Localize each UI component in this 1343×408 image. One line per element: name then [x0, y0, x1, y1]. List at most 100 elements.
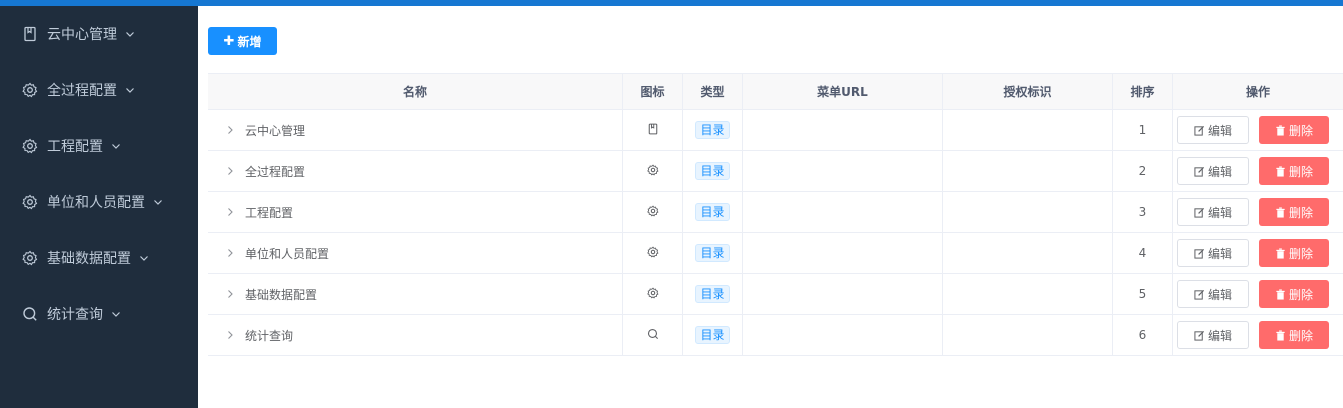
- sidebar-item-basic-data[interactable]: 基础数据配置: [0, 230, 198, 286]
- search-icon: [647, 328, 659, 343]
- cell-icon: [623, 233, 683, 273]
- edit-button[interactable]: 编辑: [1177, 280, 1249, 308]
- edit-label: 编辑: [1207, 123, 1232, 138]
- add-button[interactable]: ✚ 新增: [208, 27, 277, 55]
- chevron-down-icon: [153, 197, 163, 207]
- cell-type: 目录: [683, 110, 743, 150]
- chevron-down-icon: [139, 253, 149, 263]
- table-row: 工程配置 目录 3 编辑 删除: [208, 192, 1343, 233]
- chevron-down-icon: [111, 309, 121, 319]
- sidebar: 云中心管理 全过程配置 工程配置 单位和人员配置 基础数据配置 统计查询: [0, 6, 198, 408]
- gear-icon: [22, 82, 38, 98]
- cell-perm: [943, 315, 1113, 355]
- cell-icon: [623, 151, 683, 191]
- gear-icon: [646, 245, 659, 261]
- edit-icon: [1194, 207, 1205, 218]
- row-name: 工程配置: [245, 205, 294, 220]
- type-tag: 目录: [695, 203, 730, 221]
- table-row: 全过程配置 目录 2 编辑 删除: [208, 151, 1343, 192]
- edit-label: 编辑: [1207, 328, 1232, 343]
- type-tag: 目录: [695, 285, 730, 303]
- type-tag: 目录: [695, 162, 730, 180]
- chevron-right-icon[interactable]: [223, 123, 237, 137]
- edit-icon: [1194, 330, 1205, 341]
- trash-icon: [1276, 247, 1285, 259]
- cell-name: 单位和人员配置: [208, 233, 623, 273]
- edit-button[interactable]: 编辑: [1177, 157, 1249, 185]
- table-row: 云中心管理 目录 1 编辑 删除: [208, 110, 1343, 151]
- table-row: 基础数据配置 目录 5 编辑 删除: [208, 274, 1343, 315]
- cell-name: 全过程配置: [208, 151, 623, 191]
- row-name: 单位和人员配置: [245, 246, 330, 261]
- chevron-right-icon[interactable]: [223, 205, 237, 219]
- cell-sort: 5: [1113, 274, 1173, 314]
- sidebar-item-full-process[interactable]: 全过程配置: [0, 62, 198, 118]
- sidebar-item-statistics[interactable]: 统计查询: [0, 286, 198, 342]
- cell-icon: [623, 315, 683, 355]
- edit-label: 编辑: [1207, 246, 1232, 261]
- gear-icon: [646, 204, 659, 220]
- cell-url: [743, 274, 943, 314]
- cell-sort: 2: [1113, 151, 1173, 191]
- edit-button[interactable]: 编辑: [1177, 321, 1249, 349]
- edit-icon: [1194, 125, 1205, 136]
- chevron-down-icon: [111, 141, 121, 151]
- delete-label: 删除: [1288, 123, 1313, 138]
- header-name: 名称: [208, 74, 623, 109]
- table-row: 单位和人员配置 目录 4 编辑 删除: [208, 233, 1343, 274]
- delete-button[interactable]: 删除: [1259, 157, 1329, 185]
- edit-button[interactable]: 编辑: [1177, 239, 1249, 267]
- cell-op: 编辑 删除: [1173, 151, 1343, 191]
- book-icon: [22, 26, 38, 42]
- sidebar-item-label: 基础数据配置: [47, 251, 131, 267]
- delete-button[interactable]: 删除: [1259, 321, 1329, 349]
- delete-button[interactable]: 删除: [1259, 116, 1329, 144]
- cell-sort: 6: [1113, 315, 1173, 355]
- edit-icon: [1194, 289, 1205, 300]
- chevron-right-icon[interactable]: [223, 328, 237, 342]
- delete-label: 删除: [1288, 164, 1313, 179]
- edit-button[interactable]: 编辑: [1177, 116, 1249, 144]
- edit-button[interactable]: 编辑: [1177, 198, 1249, 226]
- sidebar-item-engineering[interactable]: 工程配置: [0, 118, 198, 174]
- cell-url: [743, 233, 943, 273]
- header-url: 菜单URL: [743, 74, 943, 109]
- sidebar-item-label: 统计查询: [47, 307, 103, 323]
- header-op: 操作: [1245, 85, 1270, 99]
- chevron-right-icon[interactable]: [223, 246, 237, 260]
- trash-icon: [1276, 288, 1285, 300]
- cell-perm: [943, 110, 1113, 150]
- cell-op: 编辑 删除: [1173, 192, 1343, 232]
- chevron-down-icon: [125, 29, 135, 39]
- type-tag: 目录: [695, 121, 730, 139]
- table-row: 统计查询 目录 6 编辑 删除: [208, 315, 1343, 356]
- chevron-right-icon[interactable]: [223, 287, 237, 301]
- delete-button[interactable]: 删除: [1259, 198, 1329, 226]
- cell-name: 基础数据配置: [208, 274, 623, 314]
- book-icon: [647, 123, 659, 138]
- menu-table: 名称 图标 类型 菜单URL 授权标识 排序 操作 云中心管理 目录 1 编辑 …: [208, 73, 1343, 356]
- row-name: 云中心管理: [245, 123, 306, 138]
- cell-type: 目录: [683, 192, 743, 232]
- delete-button[interactable]: 删除: [1259, 280, 1329, 308]
- cell-perm: [943, 192, 1113, 232]
- row-name: 统计查询: [245, 328, 294, 343]
- sidebar-item-label: 工程配置: [47, 139, 103, 155]
- delete-button[interactable]: 删除: [1259, 239, 1329, 267]
- sidebar-item-units-people[interactable]: 单位和人员配置: [0, 174, 198, 230]
- delete-label: 删除: [1288, 205, 1313, 220]
- cell-sort: 4: [1113, 233, 1173, 273]
- trash-icon: [1276, 206, 1285, 218]
- chevron-right-icon[interactable]: [223, 164, 237, 178]
- cell-icon: [623, 274, 683, 314]
- main-content: ✚ 新增 名称 图标 类型 菜单URL 授权标识 排序 操作 云中心管理 目录 …: [198, 6, 1343, 408]
- cell-type: 目录: [683, 274, 743, 314]
- cell-url: [743, 315, 943, 355]
- row-name: 基础数据配置: [245, 287, 318, 302]
- edit-icon: [1194, 248, 1205, 259]
- plus-icon: ✚: [223, 33, 235, 49]
- sidebar-item-cloud-center[interactable]: 云中心管理: [0, 6, 198, 62]
- cell-perm: [943, 274, 1113, 314]
- header-type: 类型: [683, 74, 743, 109]
- cell-type: 目录: [683, 315, 743, 355]
